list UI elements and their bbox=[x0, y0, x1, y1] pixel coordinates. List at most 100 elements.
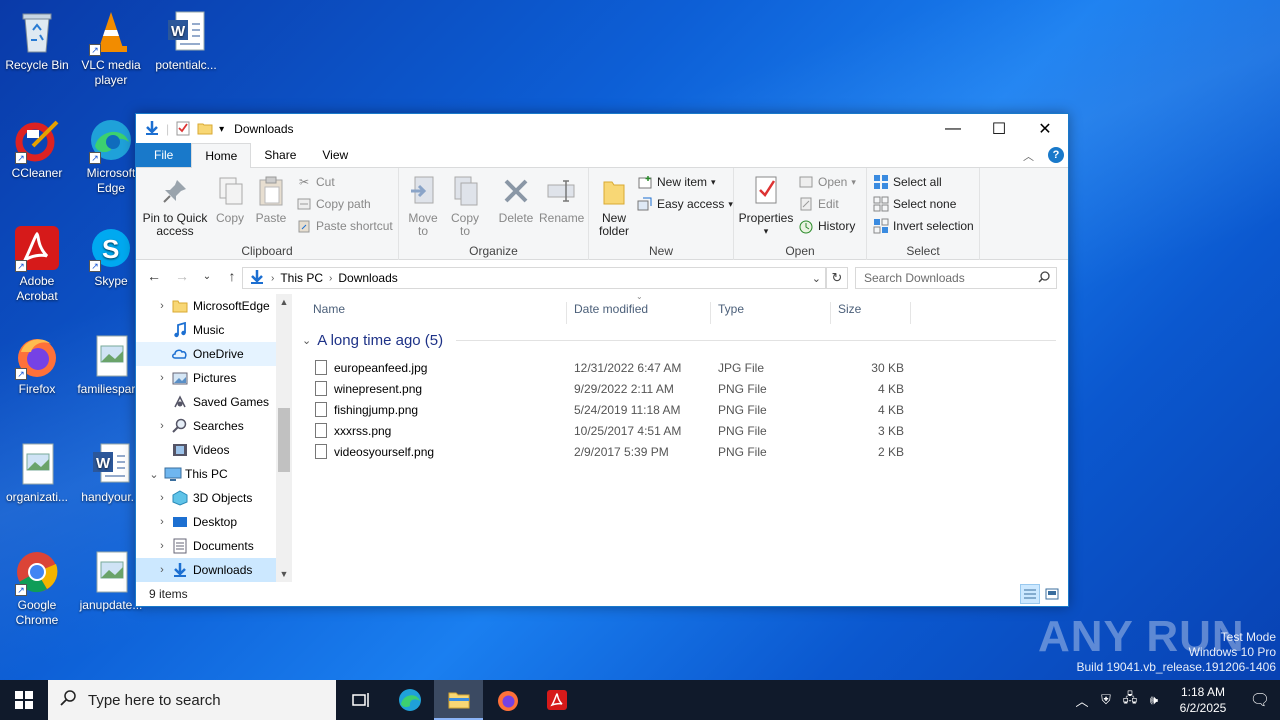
table-row[interactable]: fishingjump.png 5/24/2019 11:18 AM PNG F… bbox=[312, 400, 912, 421]
nav-item-pictures[interactable]: › Pictures bbox=[136, 366, 292, 390]
paste-shortcut-button[interactable]: Paste shortcut bbox=[296, 216, 393, 236]
task-view-icon[interactable] bbox=[336, 680, 385, 720]
expand-chevron-icon[interactable]: › bbox=[152, 516, 172, 528]
expand-chevron-icon[interactable]: › bbox=[152, 564, 172, 576]
group-header[interactable]: ⌄ A long time ago (5) bbox=[302, 332, 443, 349]
windows-start-icon[interactable] bbox=[0, 680, 48, 720]
properties-button[interactable]: Properties ▾ bbox=[738, 174, 794, 238]
volume-icon[interactable]: 🕪 bbox=[1142, 692, 1166, 708]
nav-item-downloads[interactable]: › Downloads bbox=[136, 558, 292, 582]
tab-home[interactable]: Home bbox=[191, 143, 252, 168]
desktop-icon-vlc[interactable]: ↗ VLC media player bbox=[75, 4, 147, 88]
scroll-up-icon[interactable]: ▲ bbox=[276, 294, 292, 310]
table-row[interactable]: xxxrss.png 10/25/2017 4:51 AM PNG File 3… bbox=[312, 421, 912, 442]
details-view-icon[interactable] bbox=[1020, 584, 1040, 604]
desktop-icon-word-doc[interactable]: W potentialc... bbox=[150, 4, 222, 73]
nav-item-videos[interactable]: Videos bbox=[136, 438, 292, 462]
security-icon[interactable]: ⛨ bbox=[1094, 692, 1118, 708]
breadcrumb-downloads[interactable]: Downloads bbox=[338, 271, 397, 285]
delete-button[interactable]: Delete bbox=[497, 174, 535, 225]
rename-button[interactable]: Rename bbox=[539, 174, 584, 225]
network-icon[interactable]: 🖧 bbox=[1118, 689, 1142, 711]
select-all-button[interactable]: Select all bbox=[873, 172, 942, 192]
nav-item-documents[interactable]: › Documents bbox=[136, 534, 292, 558]
nav-item-searches[interactable]: › Searches bbox=[136, 414, 292, 438]
title-bar[interactable]: | ▾ Downloads — ☐ ✕ bbox=[136, 114, 1068, 144]
large-icons-view-icon[interactable] bbox=[1042, 584, 1062, 604]
copy-to-button[interactable]: Copy to bbox=[447, 174, 483, 238]
taskbar-firefox-icon[interactable] bbox=[483, 680, 532, 720]
open-button[interactable]: Open ▾ bbox=[798, 172, 856, 192]
clock[interactable]: 1:18 AM 6/2/2025 bbox=[1166, 684, 1240, 716]
address-dropdown-chevron-icon[interactable]: ⌄ bbox=[812, 272, 821, 285]
maximize-icon[interactable]: ☐ bbox=[976, 114, 1022, 144]
paste-button[interactable]: Paste bbox=[252, 174, 290, 225]
table-row[interactable]: winepresent.png 9/29/2022 2:11 AM PNG Fi… bbox=[312, 379, 912, 400]
refresh-icon[interactable]: ↻ bbox=[826, 267, 848, 289]
copy-path-button[interactable]: Copy path bbox=[296, 194, 371, 214]
table-row[interactable]: videosyourself.png 2/9/2017 5:39 PM PNG … bbox=[312, 442, 912, 463]
address-bar[interactable]: › This PC › Downloads ⌄ bbox=[242, 267, 826, 289]
tab-view[interactable]: View bbox=[309, 143, 361, 167]
taskbar-edge-icon[interactable] bbox=[385, 680, 434, 720]
invert-selection-button[interactable]: Invert selection bbox=[873, 216, 974, 236]
cut-button[interactable]: ✂ Cut bbox=[296, 172, 335, 192]
copy-button[interactable]: Copy bbox=[212, 174, 248, 225]
nav-item-3d-objects[interactable]: › 3D Objects bbox=[136, 486, 292, 510]
new-folder-button[interactable]: New folder bbox=[595, 174, 633, 238]
desktop-icon-acrobat[interactable]: ↗ Adobe Acrobat bbox=[1, 220, 73, 304]
close-icon[interactable]: ✕ bbox=[1022, 114, 1068, 144]
column-divider[interactable] bbox=[566, 302, 567, 324]
column-type[interactable]: Type bbox=[718, 302, 744, 316]
search-input[interactable]: Search Downloads bbox=[864, 271, 965, 285]
expand-chevron-icon[interactable]: › bbox=[152, 300, 172, 312]
nav-item-microsoftedge[interactable]: › MicrosoftEdge bbox=[136, 294, 292, 318]
column-divider[interactable] bbox=[830, 302, 831, 324]
expand-chevron-icon[interactable]: › bbox=[152, 420, 172, 432]
tab-share[interactable]: Share bbox=[251, 143, 309, 167]
navigation-scrollbar[interactable]: ▲ ▼ bbox=[276, 294, 292, 582]
show-hidden-icons-chevron-icon[interactable]: ︿ bbox=[1070, 691, 1094, 710]
desktop-icon-image-file[interactable]: organizati... bbox=[1, 436, 73, 505]
column-name[interactable]: Name bbox=[313, 302, 345, 316]
taskbar-file-explorer-icon[interactable] bbox=[434, 680, 483, 720]
nav-item-desktop[interactable]: › Desktop bbox=[136, 510, 292, 534]
easy-access-button[interactable]: Easy access ▾ bbox=[637, 194, 733, 214]
tab-file[interactable]: File bbox=[136, 143, 192, 167]
up-arrow-icon[interactable]: ↑ bbox=[220, 268, 244, 284]
help-icon[interactable]: ? bbox=[1048, 147, 1064, 163]
move-to-button[interactable]: Move to bbox=[405, 174, 441, 238]
expand-chevron-icon[interactable]: › bbox=[152, 492, 172, 504]
scrollbar-thumb[interactable] bbox=[278, 408, 290, 472]
desktop-icon-chrome[interactable]: ↗ Google Chrome bbox=[1, 544, 73, 628]
nav-item-music[interactable]: Music bbox=[136, 318, 292, 342]
column-divider[interactable] bbox=[710, 302, 711, 324]
expand-chevron-icon[interactable]: › bbox=[152, 540, 172, 552]
nav-item-saved-games[interactable]: Saved Games bbox=[136, 390, 292, 414]
edit-button[interactable]: Edit bbox=[798, 194, 839, 214]
collapse-ribbon-chevron-icon[interactable]: ︿ bbox=[1023, 148, 1034, 164]
search-box[interactable]: Search Downloads bbox=[855, 267, 1057, 289]
nav-item-onedrive[interactable]: OneDrive bbox=[136, 342, 292, 366]
nav-item-this-pc[interactable]: ⌄ This PC bbox=[136, 462, 292, 486]
properties-check-icon[interactable] bbox=[175, 120, 191, 139]
breadcrumb-this-pc[interactable]: This PC bbox=[280, 271, 323, 285]
customize-toolbar-chevron-icon[interactable]: ▾ bbox=[219, 124, 224, 135]
new-folder-icon[interactable] bbox=[197, 120, 213, 139]
back-arrow-icon[interactable]: ← bbox=[142, 268, 166, 284]
desktop-icon-recycle-bin[interactable]: Recycle Bin bbox=[1, 4, 73, 73]
new-item-button[interactable]: New item ▾ bbox=[637, 172, 716, 192]
taskbar-search-box[interactable]: Type here to search bbox=[48, 680, 336, 720]
taskbar-search-input[interactable]: Type here to search bbox=[88, 692, 221, 709]
pin-to-quick-access-button[interactable]: Pin to Quick access bbox=[142, 174, 208, 238]
notifications-icon[interactable]: 🗨 bbox=[1240, 690, 1280, 710]
desktop-icon-firefox[interactable]: ↗ Firefox bbox=[1, 328, 73, 397]
taskbar-acrobat-icon[interactable] bbox=[532, 680, 581, 720]
minimize-icon[interactable]: — bbox=[930, 114, 976, 144]
select-none-button[interactable]: Select none bbox=[873, 194, 956, 214]
history-button[interactable]: History bbox=[798, 216, 855, 236]
forward-arrow-icon[interactable]: → bbox=[170, 268, 194, 284]
column-date-modified[interactable]: Date modified bbox=[574, 302, 648, 316]
expand-chevron-icon[interactable]: › bbox=[152, 372, 172, 384]
group-collapse-chevron-icon[interactable]: ⌄ bbox=[302, 334, 311, 347]
